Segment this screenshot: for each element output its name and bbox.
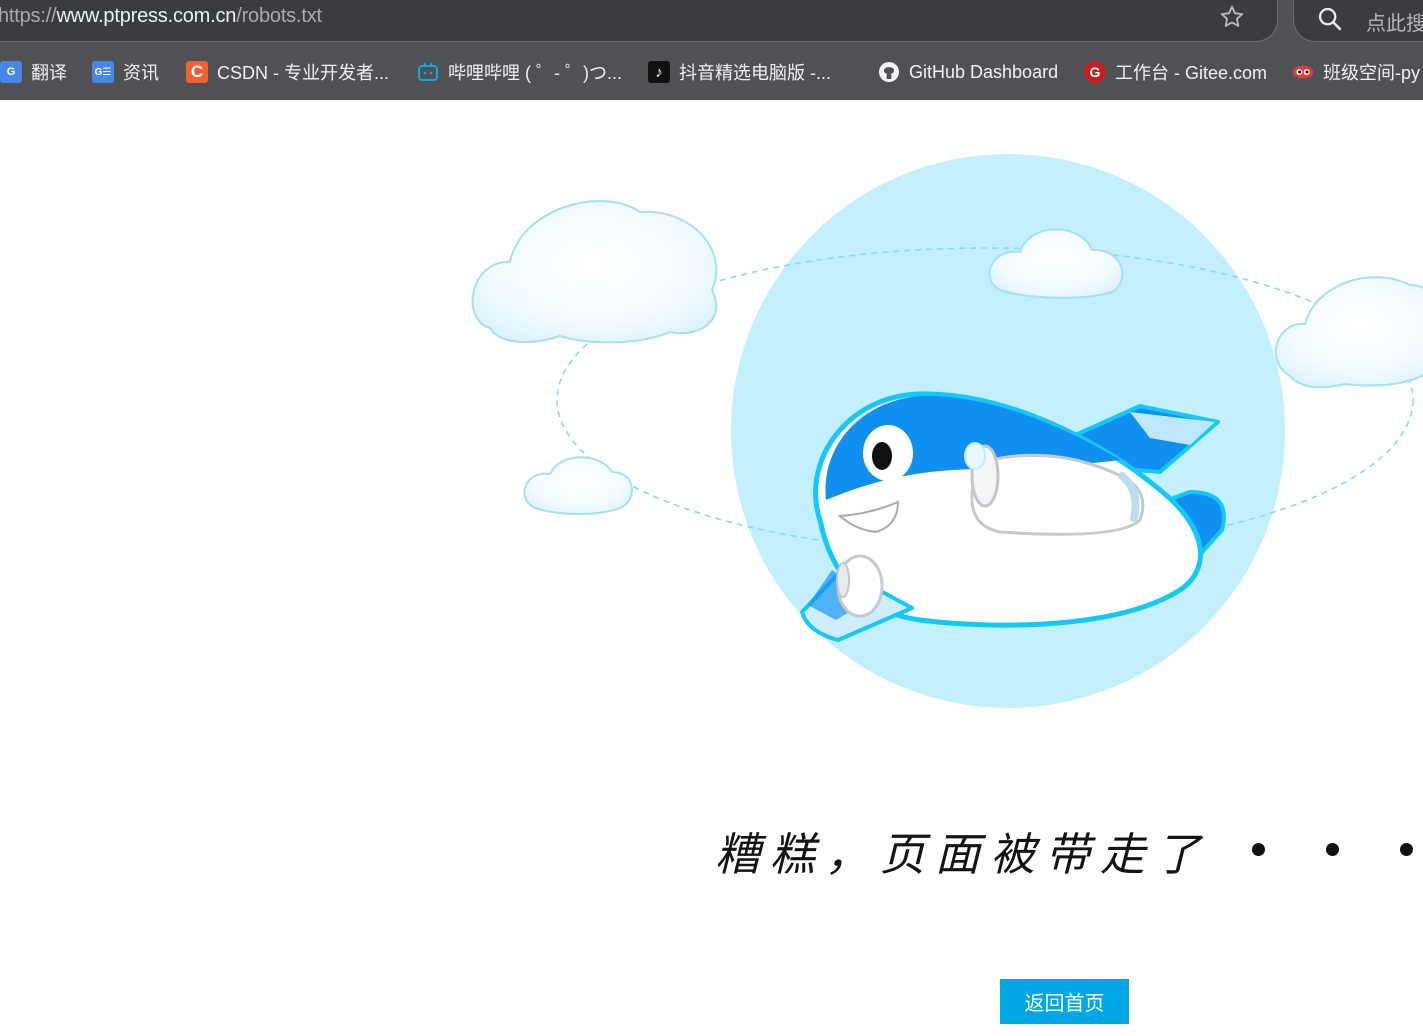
- cloud-bottom-icon: [523, 456, 633, 515]
- url-scheme: https://: [0, 5, 57, 27]
- search-box[interactable]: 点此搜: [1293, 0, 1423, 42]
- bookmark-label: 翻译: [31, 63, 67, 83]
- bookmark-gitee[interactable]: G 工作台 - Gitee.com: [1084, 59, 1267, 85]
- return-home-button[interactable]: 返回首页: [1000, 979, 1129, 1024]
- airplane-illustration: [471, 154, 1423, 708]
- url-host: www.ptpress.com.cn: [56, 5, 237, 27]
- url-path: /robots.txt: [236, 5, 322, 27]
- address-bar[interactable]: https://www.ptpress.com.cn/robots.txt: [0, 0, 1278, 42]
- url-text[interactable]: https://www.ptpress.com.cn/robots.txt: [0, 5, 322, 28]
- bookmark-github[interactable]: GitHub Dashboard: [878, 59, 1058, 85]
- class-space-icon: [1292, 61, 1314, 83]
- bookmark-label: CSDN - 专业开发者...: [217, 63, 390, 83]
- bookmark-news[interactable]: G☰ 资讯: [92, 59, 159, 85]
- bookmark-bilibili[interactable]: 哔哩哔哩 ( ゜- ゜)つ...: [417, 59, 622, 85]
- bookmarks-bar: G 翻译 G☰ 资讯 C CSDN - 专业开发者... 哔哩哔哩 ( ゜- ゜…: [0, 42, 1423, 100]
- browser-toolbar: https://www.ptpress.com.cn/robots.txt 点此…: [0, 0, 1423, 42]
- search-icon: [1318, 7, 1342, 31]
- error-message: 糟糕，页面被带走了: [715, 828, 1211, 881]
- google-news-icon: G☰: [92, 61, 114, 83]
- bookmark-label: 抖音精选电脑版 -...: [679, 63, 831, 83]
- search-placeholder: 点此搜: [1366, 13, 1423, 35]
- cloud-right-icon: [1274, 276, 1423, 389]
- google-translate-icon: G: [0, 61, 22, 83]
- gitee-icon: G: [1084, 61, 1106, 83]
- bookmark-label: 工作台 - Gitee.com: [1115, 63, 1268, 83]
- bookmark-csdn[interactable]: C CSDN - 专业开发者...: [186, 59, 389, 85]
- bilibili-icon: [417, 61, 439, 83]
- bookmark-label: 哔哩哔哩 ( ゜- ゜)つ...: [448, 63, 622, 83]
- bookmark-class-space[interactable]: 班级空间-py: [1292, 59, 1420, 85]
- error-page: 糟糕，页面被带走了 返回首页: [0, 100, 1423, 1036]
- bookmark-label: 资讯: [123, 63, 159, 83]
- bookmark-star-icon[interactable]: [1218, 3, 1246, 31]
- github-icon: [878, 61, 900, 83]
- bookmark-douyin[interactable]: ♪ 抖音精选电脑版 -...: [648, 59, 831, 85]
- csdn-icon: C: [186, 61, 208, 83]
- cloud-left-icon: [471, 200, 718, 344]
- bookmark-label: 班级空间-py: [1323, 63, 1421, 83]
- douyin-icon: ♪: [648, 61, 670, 83]
- bookmark-label: GitHub Dashboard: [909, 61, 1059, 82]
- bookmark-translate[interactable]: G 翻译: [0, 59, 67, 85]
